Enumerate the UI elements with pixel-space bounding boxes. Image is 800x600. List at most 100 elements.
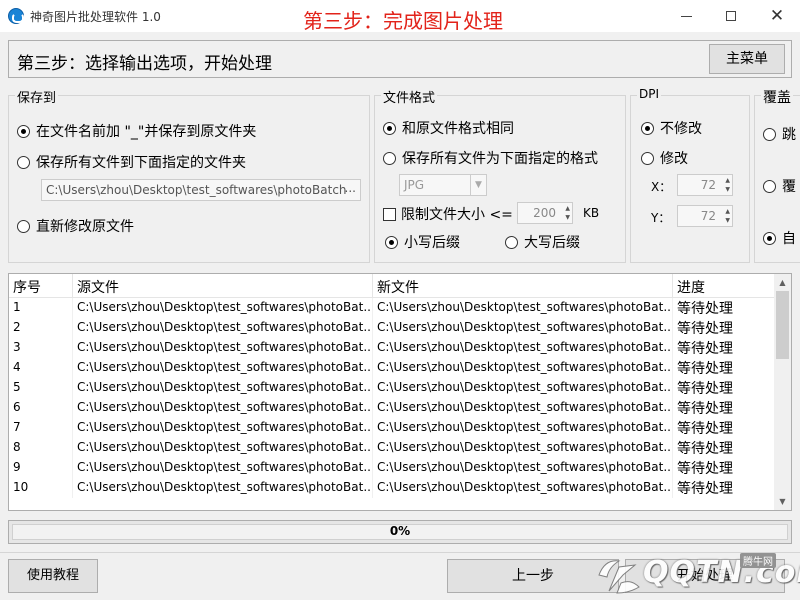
cell-no: 7 [9, 418, 73, 438]
table-row[interactable]: 8 C:\Users\zhou\Desktop\test_softwares\ph… [9, 438, 775, 458]
radio-indicator [385, 235, 398, 249]
cell-source-file: C:\Users\zhou\Desktop\test_softwares\pho… [73, 338, 373, 358]
cell-no: 3 [9, 338, 73, 358]
app-logo-icon [8, 8, 24, 24]
progress-label: 0% [389, 524, 411, 538]
table-row[interactable]: 2 C:\Users\zhou\Desktop\test_softwares\ph… [9, 318, 775, 338]
radio-save-prefix-label: 在文件名前加 "_"并保存到原文件夹 [36, 124, 257, 140]
scroll-down-icon[interactable]: ▼ [774, 493, 791, 510]
format-select[interactable]: JPG ▼ [399, 174, 487, 196]
radio-format-convert[interactable]: 保存所有文件为下面指定的格式 [383, 148, 598, 168]
radio-save-folder-label: 保存所有文件到下面指定的文件夹 [36, 155, 246, 171]
table-row[interactable]: 9 C:\Users\zhou\Desktop\test_softwares\ph… [9, 458, 775, 478]
output-folder-field[interactable]: C:\Users\zhou\Desktop\test_softwares\pho… [41, 179, 361, 201]
cell-progress: 等待处理 [673, 378, 775, 398]
radio-indicator [505, 235, 518, 249]
table-body: 1 C:\Users\zhou\Desktop\test_softwares\ph… [9, 298, 775, 498]
close-button[interactable]: ✕ [762, 4, 792, 28]
save-to-group: 保存到 在文件名前加 "_"并保存到原文件夹 保存所有文件到下面指定的文件夹 C… [8, 87, 370, 263]
file-format-group: 文件格式 和原文件格式相同 保存所有文件为下面指定的格式 JPG ▼ 限制文件大… [374, 87, 626, 263]
minimize-button[interactable] [672, 4, 702, 28]
radio-dpi-keep[interactable]: 不修改 [641, 118, 702, 138]
table-row[interactable]: 5 C:\Users\zhou\Desktop\test_softwares\ph… [9, 378, 775, 398]
checkbox-limit-size[interactable]: 限制文件大小 <= [383, 204, 513, 224]
dpi-y-label: Y： [651, 211, 671, 225]
vertical-scrollbar[interactable]: ▲ ▼ [774, 274, 791, 510]
cell-no: 5 [9, 378, 73, 398]
cell-progress: 等待处理 [673, 458, 775, 478]
dpi-group: DPI 不修改 修改 X： 72 ▲ ▼ Y： 72 ▲ ▼ [630, 87, 750, 263]
radio-lowercase-ext-label: 小写后缀 [404, 235, 460, 251]
cell-no: 4 [9, 358, 73, 378]
radio-cover-auto[interactable]: 自 [763, 228, 796, 248]
cover-group: 覆盖 跳 覆 自 [754, 87, 800, 263]
cell-new-file: C:\Users\zhou\Desktop\test_softwares\pho… [373, 318, 673, 338]
file-list-table[interactable]: 序号 源文件 新文件 进度 1 C:\Users\zhou\Desktop\tes… [8, 273, 792, 511]
browse-folder-button[interactable]: ... [345, 181, 356, 195]
tutorial-button[interactable]: 使用教程 [8, 559, 98, 593]
save-to-title: 保存到 [15, 87, 59, 106]
radio-format-convert-label: 保存所有文件为下面指定的格式 [402, 151, 598, 167]
radio-dpi-modify[interactable]: 修改 [641, 148, 688, 168]
spin-arrows-icon[interactable]: ▲ ▼ [565, 204, 570, 222]
maximize-button[interactable] [716, 4, 746, 28]
radio-format-same[interactable]: 和原文件格式相同 [383, 118, 514, 138]
radio-cover-overwrite[interactable]: 覆 [763, 176, 796, 196]
radio-format-same-label: 和原文件格式相同 [402, 121, 514, 137]
cell-new-file: C:\Users\zhou\Desktop\test_softwares\pho… [373, 418, 673, 438]
footer-divider [0, 552, 800, 553]
close-icon: ✕ [769, 6, 785, 26]
dpi-x-label: X： [651, 180, 672, 194]
cell-progress: 等待处理 [673, 338, 775, 358]
cell-source-file: C:\Users\zhou\Desktop\test_softwares\pho… [73, 358, 373, 378]
limit-size-input[interactable]: 200 ▲ ▼ [517, 202, 573, 224]
column-header-progress[interactable]: 进度 [673, 274, 775, 298]
radio-indicator [17, 155, 30, 169]
step-title: 第三步：完成图片处理 [303, 9, 503, 33]
radio-lowercase-ext[interactable]: 小写后缀 [385, 232, 460, 252]
scroll-up-icon[interactable]: ▲ [774, 274, 791, 291]
cell-source-file: C:\Users\zhou\Desktop\test_softwares\pho… [73, 378, 373, 398]
table-row[interactable]: 3 C:\Users\zhou\Desktop\test_softwares\ph… [9, 338, 775, 358]
spin-arrows-icon[interactable]: ▲ ▼ [725, 176, 730, 194]
radio-save-prefix[interactable]: 在文件名前加 "_"并保存到原文件夹 [17, 121, 256, 141]
step-instruction: 第三步：选择输出选项，开始处理 [17, 54, 272, 74]
radio-uppercase-ext[interactable]: 大写后缀 [505, 232, 580, 252]
start-processing-button[interactable]: 开始处理 [625, 559, 785, 593]
limit-size-unit: KB [583, 206, 600, 220]
scroll-thumb[interactable] [776, 291, 789, 359]
radio-indicator [17, 219, 30, 233]
cell-progress: 等待处理 [673, 318, 775, 338]
dpi-y-input[interactable]: 72 ▲ ▼ [677, 205, 733, 227]
previous-step-button[interactable]: 上一步 [447, 559, 619, 593]
table-row[interactable]: 4 C:\Users\zhou\Desktop\test_softwares\ph… [9, 358, 775, 378]
radio-save-folder[interactable]: 保存所有文件到下面指定的文件夹 [17, 152, 246, 172]
table-row[interactable]: 10 C:\Users\zhou\Desktop\test_softwares\p… [9, 478, 775, 498]
step-header-panel: 第三步：选择输出选项，开始处理 主菜单 [8, 40, 792, 78]
radio-overwrite-original-label: 直新修改原文件 [36, 219, 134, 235]
file-format-title: 文件格式 [381, 87, 438, 106]
cell-new-file: C:\Users\zhou\Desktop\test_softwares\pho… [373, 298, 673, 318]
main-menu-button[interactable]: 主菜单 [709, 44, 785, 74]
spin-arrows-icon[interactable]: ▲ ▼ [725, 207, 730, 225]
output-folder-path: C:\Users\zhou\Desktop\test_softwares\pho… [46, 183, 347, 197]
radio-dpi-modify-label: 修改 [660, 151, 688, 167]
radio-cover-skip[interactable]: 跳 [763, 124, 796, 144]
radio-cover-overwrite-label: 覆 [782, 179, 796, 195]
table-row[interactable]: 7 C:\Users\zhou\Desktop\test_softwares\ph… [9, 418, 775, 438]
dpi-x-value: 72 [700, 178, 716, 192]
column-header-no[interactable]: 序号 [9, 274, 73, 298]
column-header-new[interactable]: 新文件 [373, 274, 673, 298]
radio-indicator [383, 151, 396, 165]
table-row[interactable]: 6 C:\Users\zhou\Desktop\test_softwares\ph… [9, 398, 775, 418]
table-row[interactable]: 1 C:\Users\zhou\Desktop\test_softwares\ph… [9, 298, 775, 318]
column-header-source[interactable]: 源文件 [73, 274, 373, 298]
radio-overwrite-original[interactable]: 直新修改原文件 [17, 216, 134, 236]
dpi-x-input[interactable]: 72 ▲ ▼ [677, 174, 733, 196]
radio-indicator [763, 179, 776, 193]
format-select-value: JPG [404, 178, 425, 192]
cell-progress: 等待处理 [673, 418, 775, 438]
cell-progress: 等待处理 [673, 438, 775, 458]
cell-new-file: C:\Users\zhou\Desktop\test_softwares\pho… [373, 378, 673, 398]
radio-uppercase-ext-label: 大写后缀 [524, 235, 580, 251]
